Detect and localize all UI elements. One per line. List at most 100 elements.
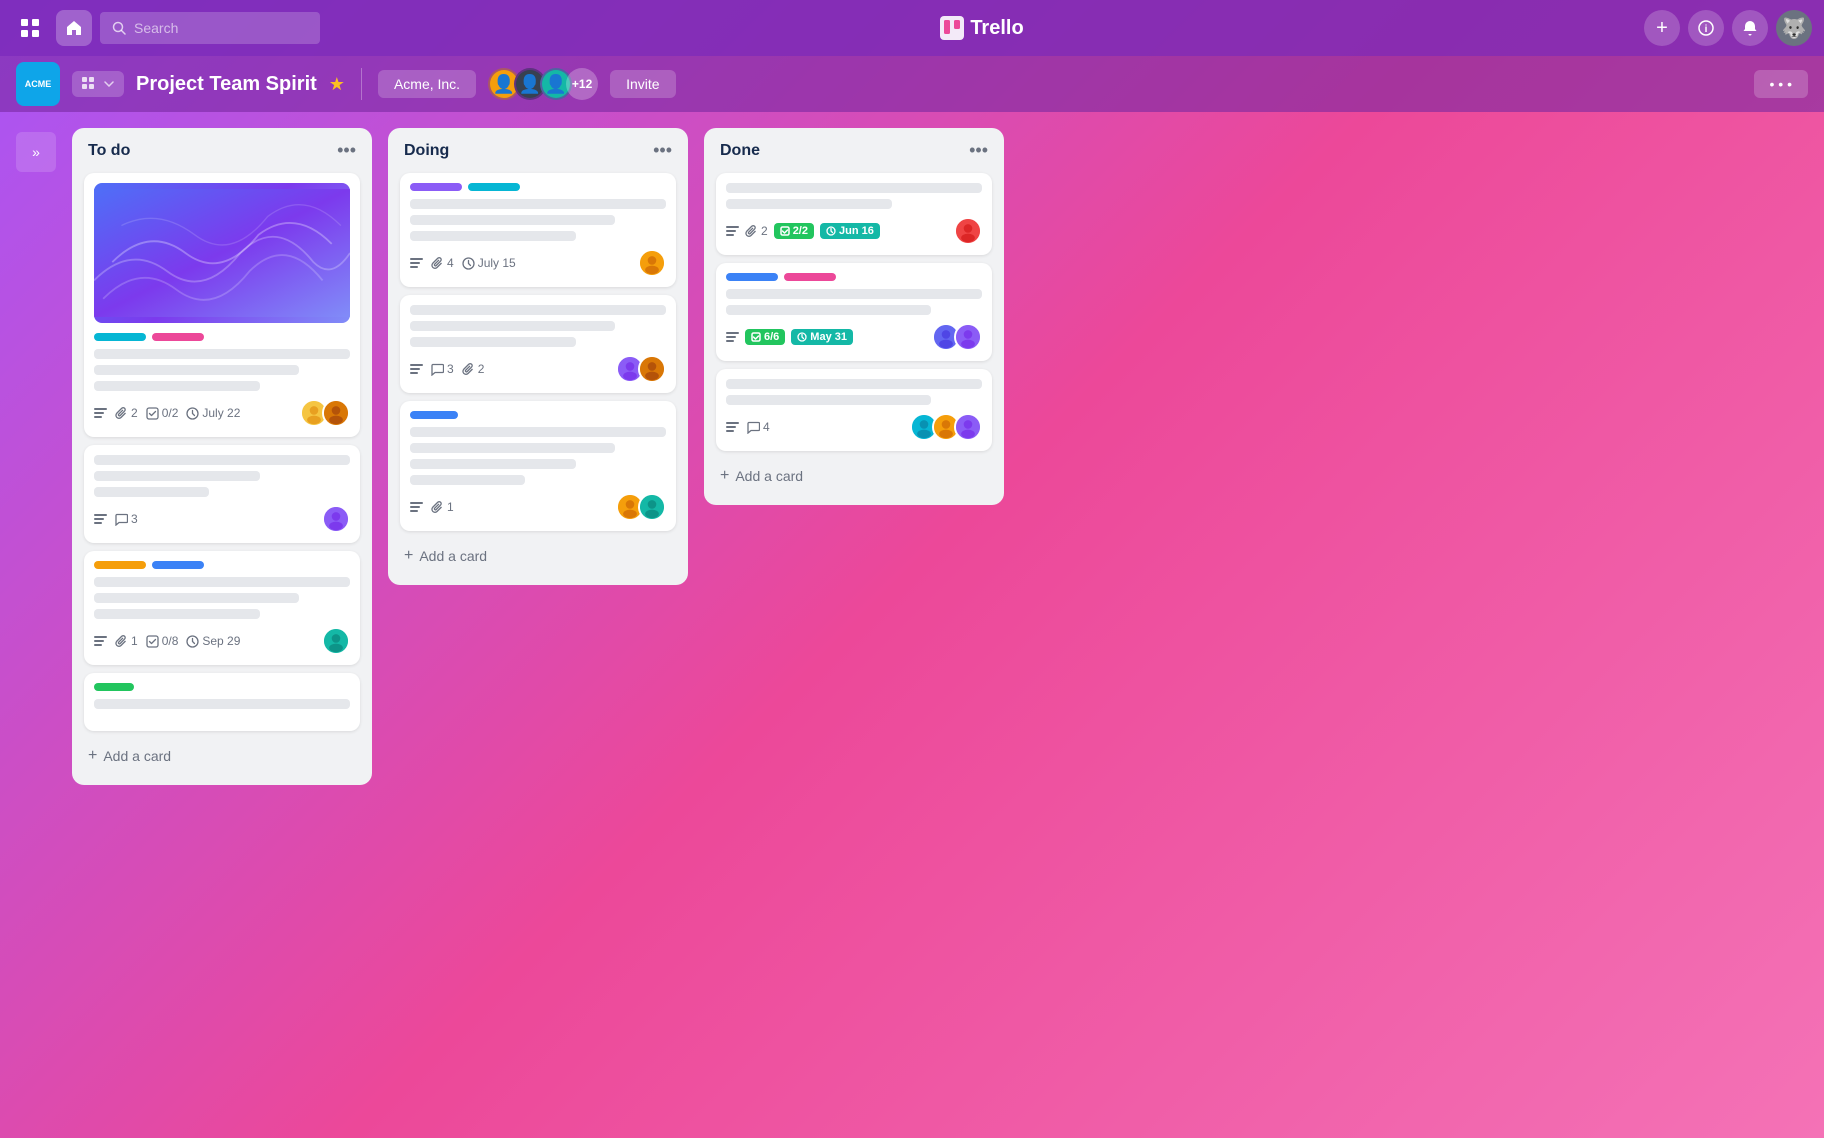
card-line — [94, 699, 350, 709]
card-4[interactable] — [84, 673, 360, 731]
more-button[interactable]: • • • — [1754, 70, 1808, 98]
desc-icon-item — [410, 501, 423, 514]
comment-item: 3 — [431, 362, 454, 376]
bell-icon[interactable] — [1732, 10, 1768, 46]
card-3-tags — [94, 561, 350, 569]
card-7-avatars — [616, 493, 666, 521]
card-9-tags — [726, 273, 982, 281]
card-2[interactable]: 3 — [84, 445, 360, 543]
card-line — [410, 215, 615, 225]
card-1[interactable]: 2 0/2 July 22 — [84, 173, 360, 437]
board-dropdown[interactable] — [72, 71, 124, 97]
card-line — [410, 231, 576, 241]
card-line — [94, 349, 350, 359]
card-3[interactable]: 1 0/8 Sep 29 — [84, 551, 360, 665]
card-line — [94, 365, 299, 375]
card-line — [410, 427, 666, 437]
card-avatar — [638, 355, 666, 383]
top-nav: Search Trello + i 🐺 — [0, 0, 1824, 56]
board-header: ACME Project Team Spirit ★ Acme, Inc. 👤 … — [0, 56, 1824, 112]
card-avatar — [954, 323, 982, 351]
card-1-avatars — [300, 399, 350, 427]
tag-blue — [726, 273, 778, 281]
add-card-label: Add a card — [735, 468, 803, 484]
card-5-avatars — [638, 249, 666, 277]
attachment-item: 4 — [431, 256, 454, 270]
column-menu-doing[interactable]: ••• — [653, 140, 672, 161]
card-avatar — [322, 627, 350, 655]
workspace-button[interactable]: Acme, Inc. — [378, 70, 476, 98]
add-card-todo[interactable]: + Add a card — [84, 739, 360, 773]
search-bar[interactable]: Search — [100, 12, 320, 44]
member-count[interactable]: +12 — [566, 68, 598, 100]
card-avatar — [638, 249, 666, 277]
tag-yellow — [94, 561, 146, 569]
card-line — [94, 381, 260, 391]
card-7-text — [410, 427, 666, 485]
add-card-done[interactable]: + Add a card — [716, 459, 992, 493]
tag-pink — [784, 273, 836, 281]
card-8-avatars — [954, 217, 982, 245]
card-6[interactable]: 3 2 — [400, 295, 676, 393]
card-line — [726, 395, 931, 405]
card-8[interactable]: 2 2/2 Jun 16 — [716, 173, 992, 255]
card-10[interactable]: 4 — [716, 369, 992, 451]
card-line — [94, 593, 299, 603]
card-avatar — [954, 413, 982, 441]
user-avatar[interactable]: 🐺 — [1776, 10, 1812, 46]
sidebar-toggle[interactable]: » — [16, 132, 56, 172]
app-title: Trello — [970, 17, 1023, 40]
tag-blue — [410, 411, 458, 419]
card-1-meta: 2 0/2 July 22 — [94, 399, 350, 427]
card-9[interactable]: 6/6 May 31 — [716, 263, 992, 361]
card-1-tags — [94, 333, 350, 341]
card-7[interactable]: 1 — [400, 401, 676, 531]
card-7-meta: 1 — [410, 493, 666, 521]
due-badge: May 31 — [791, 329, 853, 345]
card-avatar — [322, 505, 350, 533]
trello-logo: Trello — [940, 16, 1023, 40]
card-line — [410, 475, 525, 485]
grid-menu-icon[interactable] — [12, 10, 48, 46]
checklist-item: 0/8 — [146, 634, 179, 648]
desc-icon-item — [94, 635, 107, 648]
info-button[interactable]: i — [1688, 10, 1724, 46]
comment-item: 3 — [115, 512, 138, 526]
attachment-item: 2 — [115, 406, 138, 420]
card-line — [726, 199, 892, 209]
card-7-tags — [410, 411, 666, 419]
card-5[interactable]: 4 July 15 — [400, 173, 676, 287]
tag-cyan — [468, 183, 520, 191]
column-done: Done ••• 2 2/2 — [704, 128, 1004, 505]
desc-icon-item — [94, 407, 107, 420]
desc-icon-item — [410, 257, 423, 270]
card-6-meta: 3 2 — [410, 355, 666, 383]
add-button[interactable]: + — [1644, 10, 1680, 46]
desc-icon-item — [726, 225, 739, 238]
add-card-label: Add a card — [103, 748, 171, 764]
plus-icon: + — [404, 547, 413, 565]
home-icon[interactable] — [56, 10, 92, 46]
board-content: » To do ••• — [0, 112, 1824, 1138]
card-line — [94, 471, 260, 481]
due-badge: Jun 16 — [820, 223, 880, 239]
star-icon[interactable]: ★ — [329, 74, 345, 95]
invite-button[interactable]: Invite — [610, 70, 675, 98]
card-9-text — [726, 289, 982, 315]
card-10-text — [726, 379, 982, 405]
svg-text:i: i — [1705, 24, 1708, 35]
add-card-doing[interactable]: + Add a card — [400, 539, 676, 573]
column-menu-done[interactable]: ••• — [969, 140, 988, 161]
comment-item: 4 — [747, 420, 770, 434]
card-line — [410, 305, 666, 315]
attachment-item: 2 — [462, 362, 485, 376]
card-line — [726, 183, 982, 193]
card-9-meta: 6/6 May 31 — [726, 323, 982, 351]
column-header-done: Done ••• — [716, 140, 992, 165]
attachment-item: 1 — [431, 500, 454, 514]
card-avatar — [954, 217, 982, 245]
attachment-item: 2 — [745, 224, 768, 238]
card-4-text — [94, 699, 350, 709]
column-menu-todo[interactable]: ••• — [337, 140, 356, 161]
board-title: Project Team Spirit — [136, 73, 317, 96]
